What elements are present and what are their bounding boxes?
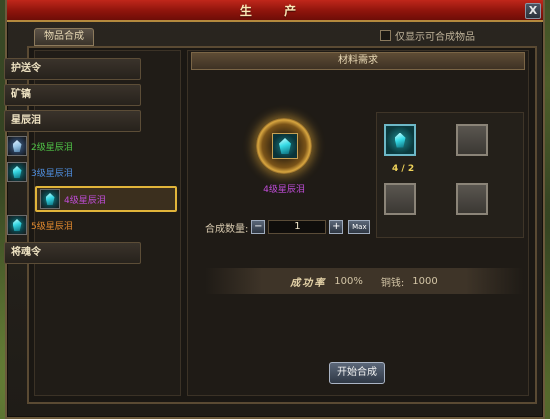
- item-label: 3级星辰泪: [31, 168, 73, 179]
- item-label: 2级星辰泪: [31, 142, 73, 153]
- product-slot[interactable]: [272, 133, 298, 159]
- tab-item-crafting[interactable]: 物品合成: [34, 28, 94, 46]
- product-name: 4级星辰泪: [263, 185, 305, 195]
- close-button[interactable]: X: [525, 3, 541, 19]
- item-label: 5级星辰泪: [31, 221, 73, 232]
- quantity-label: 合成数量:: [205, 223, 249, 235]
- quantity-stepper: 合成数量: − 1 + Max: [205, 219, 371, 235]
- item-label: 4级星辰泪: [64, 195, 106, 206]
- list-item-star-tear-3[interactable]: 3级星辰泪: [4, 160, 141, 184]
- material-slot-2[interactable]: [456, 124, 488, 156]
- category-pickaxe[interactable]: 矿镐: [4, 84, 141, 106]
- craftable-filter-checkbox[interactable]: [380, 29, 391, 41]
- star-tear-gem-icon: [7, 215, 27, 235]
- copper-value: 1000: [412, 275, 438, 287]
- list-item-star-tear-4[interactable]: 4级星辰泪: [35, 186, 177, 212]
- title-bar[interactable]: 生 产 X: [7, 0, 543, 22]
- window-title: 生 产: [239, 4, 311, 18]
- craftable-filter[interactable]: 仅显示可合成物品: [380, 27, 475, 43]
- list-item-star-tear-5[interactable]: 5级星辰泪: [4, 213, 141, 237]
- success-rate-bar: 成功率 100% 铜钱: 1000: [205, 268, 523, 294]
- category-general-soul-token[interactable]: 将魂令: [4, 242, 141, 264]
- success-rate-value: 100%: [334, 275, 363, 287]
- category-star-tear[interactable]: 星辰泪: [4, 110, 141, 132]
- increase-quantity-button[interactable]: +: [329, 220, 344, 234]
- category-escort-token[interactable]: 护送令: [4, 58, 141, 80]
- success-rate-label: 成功率: [290, 277, 327, 289]
- start-crafting-button[interactable]: 开始合成: [329, 362, 385, 384]
- quantity-input[interactable]: 1: [268, 220, 327, 234]
- max-quantity-button[interactable]: Max: [348, 220, 371, 234]
- material-count: 4 / 2: [392, 164, 415, 174]
- material-requirements-header: 材料需求: [191, 52, 525, 70]
- material-slot-1[interactable]: [384, 124, 416, 156]
- list-item-star-tear-2[interactable]: 2级星辰泪: [4, 134, 141, 158]
- craftable-filter-label: 仅显示可合成物品: [395, 31, 475, 43]
- star-tear-gem-icon: [7, 136, 27, 156]
- copper-label: 铜钱:: [380, 277, 405, 289]
- material-slot-3[interactable]: [384, 183, 416, 215]
- star-tear-gem-icon: [394, 132, 406, 148]
- star-tear-gem-icon: [40, 189, 60, 209]
- star-tear-gem-icon: [7, 162, 27, 182]
- decrease-quantity-button[interactable]: −: [251, 220, 266, 234]
- star-tear-gem-icon: [279, 138, 291, 154]
- material-slot-4[interactable]: [456, 183, 488, 215]
